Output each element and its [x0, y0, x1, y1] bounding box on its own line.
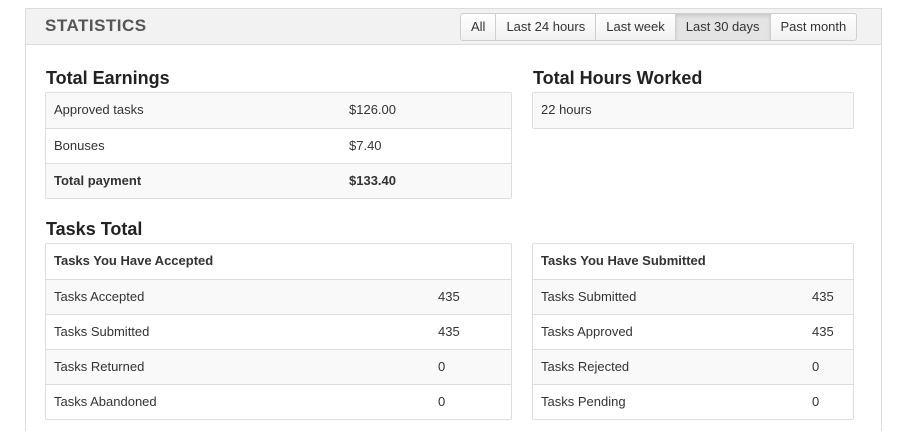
- hours-table: 22 hours: [532, 92, 854, 129]
- accepted-tasks-table: Tasks You Have Accepted Tasks Accepted 4…: [45, 243, 512, 420]
- row-value: 0: [812, 394, 820, 409]
- total-earnings-title: Total Earnings: [46, 68, 170, 88]
- row-label: Tasks Approved: [541, 324, 633, 339]
- table-row: Tasks Accepted 435: [46, 279, 511, 314]
- row-value: 0: [812, 359, 820, 374]
- table-header-row: Tasks You Have Accepted: [46, 244, 511, 279]
- row-value: 435: [438, 289, 460, 304]
- row-label: Tasks Submitted: [54, 324, 150, 339]
- row-label: Tasks Accepted: [54, 289, 145, 304]
- tasks-total-title: Tasks Total: [46, 219, 143, 239]
- row-label: Total payment: [54, 173, 142, 188]
- row-label: Tasks Abandoned: [54, 394, 157, 409]
- row-label: Tasks Rejected: [541, 359, 630, 374]
- hours-value: 22 hours: [541, 102, 592, 117]
- table-row: Tasks Pending 0: [533, 384, 853, 419]
- row-value: $133.40: [349, 173, 396, 188]
- table-header: Tasks You Have Submitted: [541, 253, 706, 268]
- row-label: Tasks Pending: [541, 394, 626, 409]
- table-row: Tasks Abandoned 0: [46, 384, 511, 419]
- table-row: Tasks Submitted 435: [533, 279, 853, 314]
- filter-last-week-button[interactable]: Last week: [595, 13, 676, 41]
- row-value: 435: [812, 289, 834, 304]
- table-row: Tasks Approved 435: [533, 314, 853, 349]
- row-label: Tasks Returned: [54, 359, 145, 374]
- filter-all-button[interactable]: All: [460, 13, 497, 41]
- row-value: 0: [438, 394, 446, 409]
- filter-last-24-hours-button[interactable]: Last 24 hours: [495, 13, 597, 41]
- row-value: 435: [812, 324, 834, 339]
- table-row: Tasks Returned 0: [46, 349, 511, 384]
- row-value: 0: [438, 359, 446, 374]
- table-header: Tasks You Have Accepted: [54, 253, 214, 268]
- table-header-row: Tasks You Have Submitted: [533, 244, 853, 279]
- total-payment-row: Total payment $133.40: [46, 163, 511, 198]
- table-row: Tasks Rejected 0: [533, 349, 853, 384]
- row-label: Approved tasks: [54, 102, 144, 117]
- table-row: Approved tasks $126.00: [46, 93, 511, 128]
- row-label: Tasks Submitted: [541, 289, 637, 304]
- row-value: $7.40: [349, 138, 382, 153]
- row-value: 435: [438, 324, 460, 339]
- filter-last-30-days-button[interactable]: Last 30 days: [674, 13, 771, 41]
- earnings-table: Approved tasks $126.00 Bonuses $7.40 Tot…: [45, 92, 512, 199]
- row-value: $126.00: [349, 102, 396, 117]
- row-label: Bonuses: [54, 138, 105, 153]
- time-filter-group: All Last 24 hours Last week Last 30 days…: [460, 13, 858, 41]
- filter-past-month-button[interactable]: Past month: [769, 13, 858, 41]
- submitted-tasks-table: Tasks You Have Submitted Tasks Submitted…: [532, 243, 854, 420]
- table-row: 22 hours: [533, 93, 853, 128]
- table-row: Tasks Submitted 435: [46, 314, 511, 349]
- panel-title: STATISTICS: [45, 16, 147, 35]
- table-row: Bonuses $7.40: [46, 128, 511, 163]
- panel-header: STATISTICS All Last 24 hours Last week L…: [26, 9, 881, 45]
- total-hours-title: Total Hours Worked: [533, 68, 703, 88]
